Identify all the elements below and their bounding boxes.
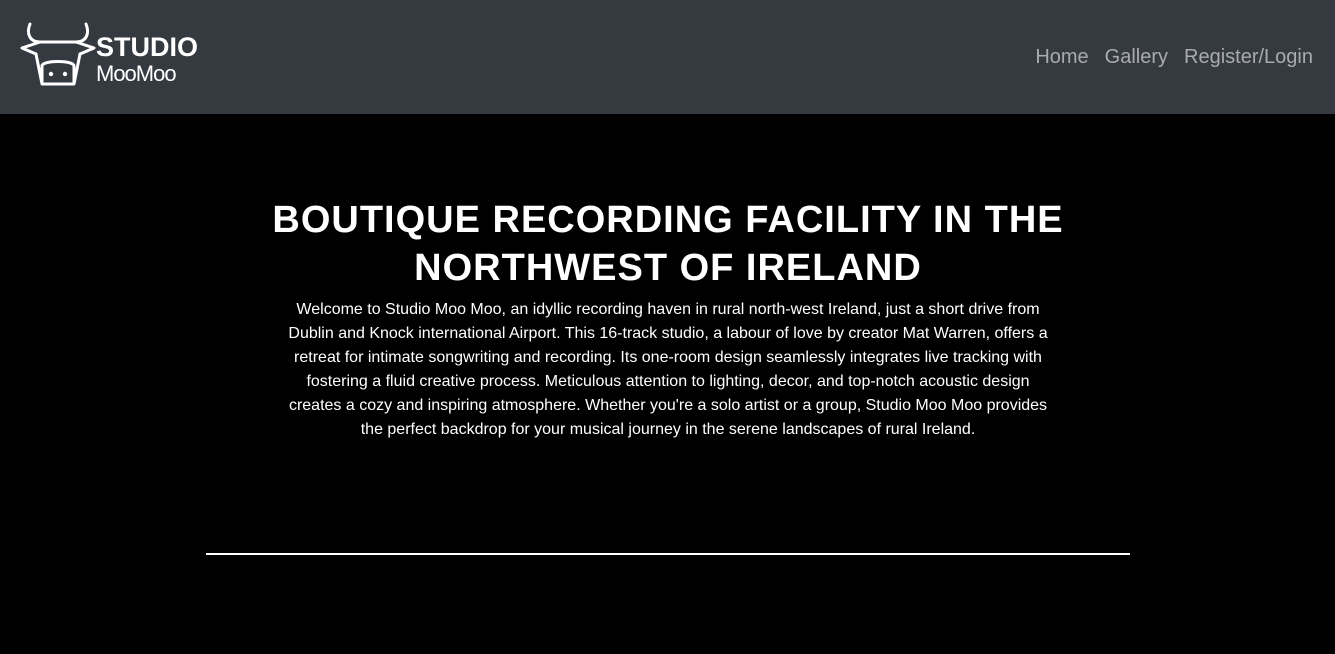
navbar: STUDIO MooMoo Home Gallery Register/Logi… bbox=[0, 0, 1335, 114]
brand-line2: MooMoo bbox=[96, 61, 176, 86]
nav-links: Home Gallery Register/Login bbox=[1035, 43, 1313, 71]
hero-description: Welcome to Studio Moo Moo, an idyllic re… bbox=[288, 301, 1048, 438]
cow-head-icon: STUDIO MooMoo bbox=[20, 22, 198, 86]
hero-section: BOUTIQUE RECORDING FACILITY IN THE NORTH… bbox=[0, 114, 1335, 654]
nav-link-home[interactable]: Home bbox=[1035, 43, 1088, 71]
nav-link-gallery[interactable]: Gallery bbox=[1105, 43, 1168, 71]
brand-line1: STUDIO bbox=[96, 32, 198, 62]
nav-link-register-login[interactable]: Register/Login bbox=[1184, 43, 1313, 71]
hero-title: BOUTIQUE RECORDING FACILITY IN THE NORTH… bbox=[272, 199, 1064, 289]
section-divider bbox=[206, 553, 1130, 555]
brand-logo-link[interactable]: STUDIO MooMoo bbox=[20, 20, 210, 90]
